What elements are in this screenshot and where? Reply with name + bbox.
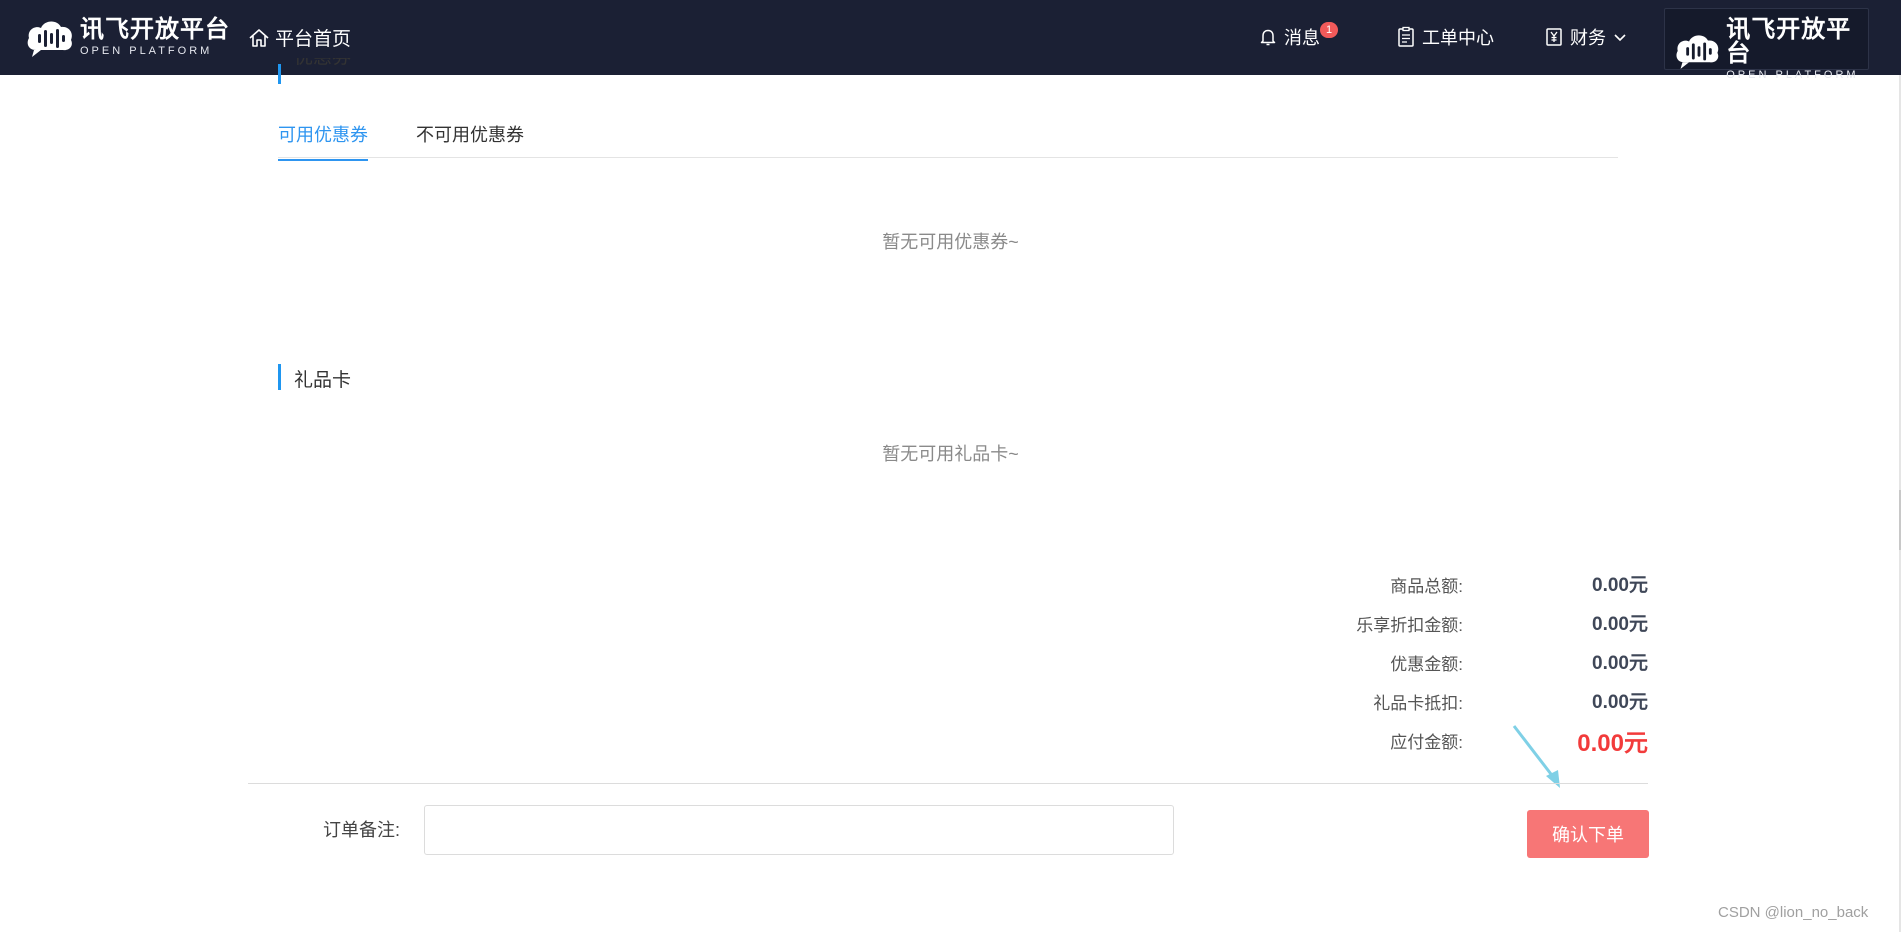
bell-icon [1260, 29, 1276, 46]
summary-value: 0.00元 [1592, 614, 1648, 635]
chevron-down-icon [1614, 34, 1626, 42]
summary-row-giftcard-deduction: 礼品卡抵扣: 0.00元 [1200, 685, 1648, 713]
brand-logo-cn: 讯飞开放平台 [1726, 16, 1852, 67]
summary-row-discount: 乐享折扣金额: 0.00元 [1200, 607, 1648, 635]
summary-label: 乐享折扣金额: [1356, 616, 1463, 635]
annotation-arrow-icon [1512, 725, 1560, 788]
amount-due-value: 0.00元 [1577, 730, 1648, 757]
brand-logo[interactable]: 讯飞开放平台 OPEN PLATFORM [24, 16, 230, 58]
section-divider [248, 783, 1648, 784]
giftcard-empty-message: 暂无可用礼品卡~ [882, 444, 1019, 464]
nav-messages-label: 消息 [1284, 28, 1320, 48]
cloud-logo-icon [1676, 34, 1719, 69]
nav-ticket-label: 工单中心 [1422, 28, 1494, 48]
confirm-order-button[interactable]: 确认下单 [1527, 810, 1649, 858]
coupon-tabs: 可用优惠券 不可用优惠券 [278, 112, 1618, 161]
nav-ticket-center[interactable]: 工单中心 [1396, 24, 1494, 50]
summary-label: 应付金额: [1390, 733, 1463, 752]
nav-home-label: 平台首页 [275, 29, 352, 50]
nav-messages[interactable]: 消息 1 [1258, 22, 1338, 50]
giftcard-section-title: 礼品卡 [294, 370, 352, 391]
order-remark-input[interactable] [424, 805, 1174, 855]
summary-row-coupon-amount: 优惠金额: 0.00元 [1200, 646, 1648, 674]
yen-document-icon [1546, 28, 1562, 46]
brand-logo-en: OPEN PLATFORM [80, 44, 213, 57]
coupon-section-title: 优惠券 [294, 58, 351, 75]
brand-logo-text: 讯飞开放平台 OPEN PLATFORM [1726, 18, 1868, 81]
home-icon [249, 28, 269, 47]
nav-finance-dropdown[interactable]: 财务 [1544, 24, 1628, 50]
clipboard-icon [1398, 26, 1414, 47]
order-remark-label: 订单备注: [323, 820, 401, 840]
cloud-logo-icon [27, 21, 72, 57]
brand-logo-secondary-inner: 讯飞开放平台 OPEN PLATFORM [1673, 18, 1868, 81]
brand-logo-cn: 讯飞开放平台 [80, 15, 230, 43]
summary-row-goods-total: 商品总额: 0.00元 [1200, 568, 1648, 596]
summary-row-amount-due: 应付金额: 0.00元 [1200, 724, 1648, 757]
summary-label: 礼品卡抵扣: [1373, 694, 1463, 713]
giftcard-section-marker [278, 364, 281, 390]
coupon-section-marker [278, 64, 281, 84]
coupon-section-title-text: 优惠券 [294, 58, 351, 68]
summary-value: 0.00元 [1592, 653, 1648, 674]
brand-logo-text: 讯飞开放平台 OPEN PLATFORM [80, 15, 230, 57]
top-navigation-bar: 讯飞开放平台 OPEN PLATFORM 平台首页 消息 1 工单中心 财务 讯… [0, 0, 1901, 81]
coupon-empty-message: 暂无可用优惠券~ [882, 232, 1019, 252]
tab-available-coupons[interactable]: 可用优惠券 [278, 121, 368, 161]
nav-home-link[interactable]: 平台首页 [248, 24, 351, 51]
summary-label: 优惠金额: [1390, 655, 1463, 674]
messages-badge: 1 [1320, 22, 1338, 38]
brand-logo-en: OPEN PLATFORM [1726, 69, 1859, 81]
nav-finance-label: 财务 [1570, 28, 1606, 48]
summary-label: 商品总额: [1390, 577, 1463, 596]
summary-value: 0.00元 [1592, 575, 1648, 596]
watermark-text: CSDN @lion_no_back [1718, 904, 1869, 921]
tab-unavailable-coupons[interactable]: 不可用优惠券 [416, 121, 524, 159]
summary-value: 0.00元 [1592, 692, 1648, 713]
brand-logo-secondary[interactable]: 讯飞开放平台 OPEN PLATFORM [1664, 8, 1869, 81]
